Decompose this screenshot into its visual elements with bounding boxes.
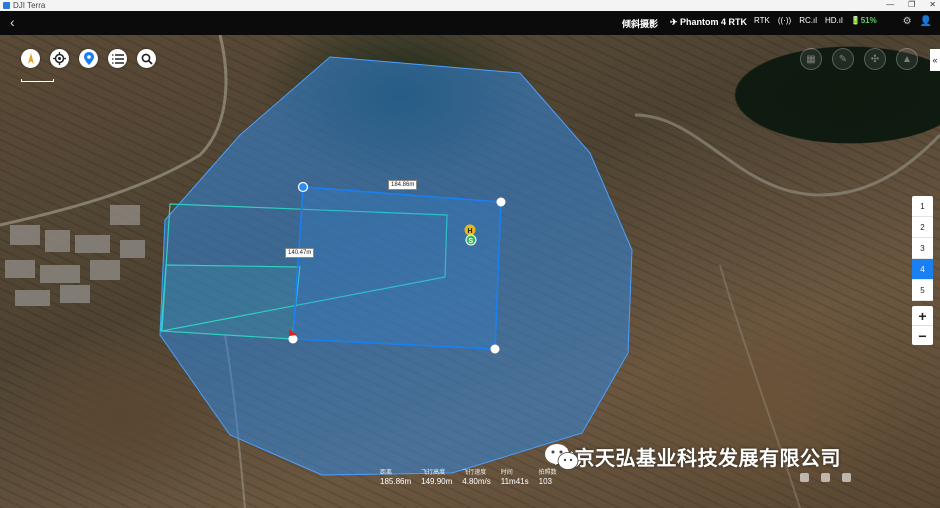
rc-signal-icon: RC.ıl <box>799 16 817 25</box>
stat-altitude: 飞行高度 149.90m <box>421 470 453 486</box>
layer-item-1[interactable]: 1 <box>912 196 933 217</box>
flight-stats: 距离 185.86m 飞行高度 149.90m 飞行速度 4.80m/s 时间 … <box>380 467 567 486</box>
layer-selector: 1 2 3 4 5 <box>912 196 933 301</box>
vertex-handle-ne <box>496 197 506 207</box>
layer-item-4[interactable]: 4 <box>912 259 933 280</box>
width-dimension-label: 184.86m <box>388 180 418 190</box>
aircraft-model: Phantom 4 RTK <box>680 17 748 27</box>
hd-signal-icon: HD.ıl <box>824 16 843 25</box>
aircraft-view-icon[interactable]: ✣ <box>864 48 886 70</box>
watermark-text: 北京天弘基业科技发展有限公司 <box>554 448 841 470</box>
tool-icon-c[interactable] <box>842 473 851 482</box>
crosshair-icon <box>53 52 66 65</box>
collapse-panel-button[interactable]: « <box>930 49 940 71</box>
back-button[interactable]: ‹ <box>10 14 15 30</box>
aircraft-model-label: ✈ Phantom 4 RTK <box>670 17 748 27</box>
map-pin-icon <box>83 52 94 65</box>
vertex-handle-se <box>490 344 500 354</box>
stat-speed: 飞行速度 4.80m/s <box>462 470 491 486</box>
home-point-marker: H <box>468 228 473 235</box>
tool-icon-a[interactable] <box>800 473 809 482</box>
vertex-handle-nw <box>297 181 309 193</box>
settings-gear-icon[interactable]: ⚙ <box>903 16 912 27</box>
maximize-button[interactable]: ❐ <box>908 0 915 9</box>
top-status-bar: ‹ 倾斜摄影 ✈ Phantom 4 RTK RTK ((·)) RC.ıl H… <box>0 11 940 35</box>
zoom-controls: + − <box>912 306 933 345</box>
map-layer-icon[interactable]: ▦ <box>800 48 822 70</box>
user-account-icon[interactable]: 👤 <box>920 16 932 27</box>
compass-button[interactable] <box>21 49 40 68</box>
zoom-in-button[interactable]: + <box>912 306 933 326</box>
compass-icon <box>27 52 34 64</box>
signal-status: RTK ((·)) RC.ıl HD.ıl 🔋51% <box>754 16 877 25</box>
layer-item-5[interactable]: 5 <box>912 280 933 301</box>
gps-signal-icon: ((·)) <box>777 16 792 25</box>
takeoff-point-marker: S <box>469 238 474 245</box>
bottom-tool-icons <box>800 473 851 482</box>
tool-icon-b[interactable] <box>821 473 830 482</box>
watermark: 北京天弘基业科技发展有限公司 <box>544 442 841 471</box>
edit-icon[interactable]: ✎ <box>832 48 854 70</box>
list-button[interactable] <box>108 49 127 68</box>
map-scale-bar <box>21 79 54 82</box>
minimize-button[interactable]: — <box>886 0 894 9</box>
stat-time: 时间 11m41s <box>500 470 529 486</box>
app-logo-icon <box>3 2 10 9</box>
search-icon <box>141 53 153 65</box>
north-arrow-icon[interactable]: ▲ <box>896 48 918 70</box>
search-button[interactable] <box>137 49 156 68</box>
rtk-status-icon: RTK <box>754 16 770 25</box>
wechat-logo-icon <box>545 444 579 470</box>
layer-item-3[interactable]: 3 <box>912 238 933 259</box>
window-title: DJI Terra <box>13 1 46 10</box>
locate-button[interactable] <box>50 49 69 68</box>
mission-mode-label: 倾斜摄影 <box>622 19 659 29</box>
zoom-out-button[interactable]: − <box>912 326 933 345</box>
map-overlay: H S <box>0 35 940 508</box>
close-button[interactable]: ✕ <box>929 0 936 9</box>
battery-level: 🔋51% <box>850 16 877 25</box>
list-icon <box>111 53 124 64</box>
stat-distance: 距离 185.86m <box>380 470 412 486</box>
waypoint-button[interactable] <box>79 49 98 68</box>
satellite-map[interactable]: H S 184.86m 140.47m ▦ ✎ ✣ ▲ « 1 2 3 4 5 … <box>0 35 940 508</box>
height-dimension-label: 140.47m <box>285 248 315 258</box>
window-titlebar: DJI Terra — ❐ ✕ <box>0 0 940 11</box>
battery-percent: 51% <box>860 16 877 25</box>
layer-item-2[interactable]: 2 <box>912 217 933 238</box>
